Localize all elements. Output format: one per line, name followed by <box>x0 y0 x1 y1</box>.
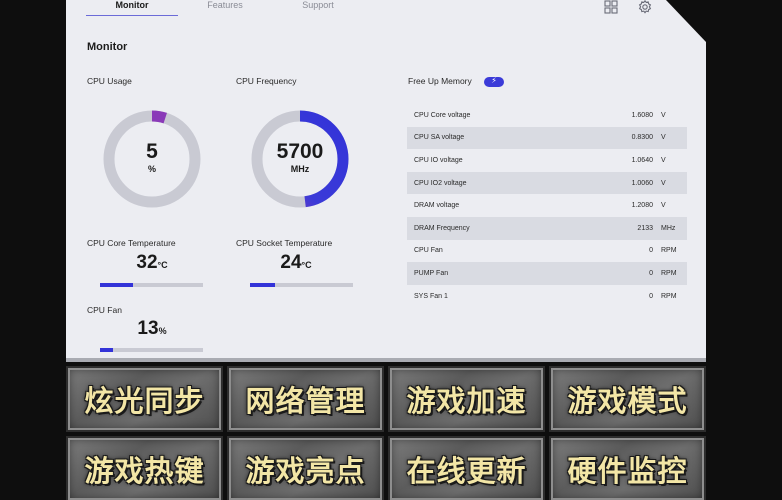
sensor-name: CPU SA voltage <box>414 134 465 142</box>
tab-bar: Monitor Features Support <box>86 0 364 18</box>
sensor-unit: V <box>661 202 666 210</box>
cpu-frequency-gauge: 5700 MHz <box>250 109 350 209</box>
sensor-value: 0.8300 <box>631 134 653 142</box>
sensor-unit: RPM <box>661 247 677 255</box>
grid-icon[interactable] <box>604 0 618 14</box>
feature-tile-label: 网络管理 <box>245 384 366 418</box>
sensor-unit: RPM <box>661 269 677 277</box>
feature-tile[interactable]: 网络管理 <box>227 366 384 432</box>
cpu-core-temp-value: 32 <box>136 252 158 273</box>
feature-tile-label: 游戏热键 <box>84 454 205 488</box>
cpu-fan-unit: % <box>158 326 167 336</box>
free-up-memory-label: Free Up Memory <box>408 76 472 86</box>
table-row: CPU SA voltage 0.8300 V <box>407 126 687 150</box>
feature-tile[interactable]: 游戏热键 <box>66 436 223 500</box>
panel-bottom-edge <box>66 358 706 362</box>
cpu-fan-bar <box>100 348 203 352</box>
sensor-value: 0 <box>649 292 653 300</box>
sensor-unit: V <box>661 179 666 187</box>
cpu-frequency-unit: MHz <box>290 164 310 174</box>
cpu-core-temp-label: CPU Core Temperature <box>87 238 176 248</box>
cpu-socket-temp-unit: °C <box>301 260 312 270</box>
sensor-name: DRAM Frequency <box>414 224 470 232</box>
feature-tile-label: 游戏模式 <box>567 384 688 418</box>
feature-tile[interactable]: 在线更新 <box>388 436 545 500</box>
cpu-socket-temp-readout: 24°C <box>246 252 346 274</box>
table-row: PUMP Fan 0 RPM <box>407 262 687 285</box>
page-title: Monitor <box>87 41 128 53</box>
table-row: CPU Fan 0 RPM <box>407 240 687 263</box>
feature-tile[interactable]: 游戏亮点 <box>227 436 384 500</box>
table-row: CPU IO2 voltage 1.0060 V <box>407 171 687 195</box>
cpu-usage-value: 5 <box>146 140 158 163</box>
sensor-name: DRAM voltage <box>414 202 460 210</box>
cpu-core-temp-bar-fill <box>100 283 133 287</box>
sensor-name: PUMP Fan <box>414 269 449 277</box>
sensor-unit: V <box>661 111 666 119</box>
sensor-unit: MHz <box>661 224 676 232</box>
feature-tile[interactable]: 炫光同步 <box>66 366 223 432</box>
cpu-fan-readout: 13% <box>102 318 202 340</box>
gear-icon[interactable] <box>638 0 652 14</box>
sensor-name: CPU IO2 voltage <box>414 179 467 187</box>
feature-tile-label: 游戏加速 <box>406 384 527 418</box>
sensor-value: 0 <box>649 269 653 277</box>
sensor-table: CPU Core voltage 1.6080 V CPU SA voltage… <box>407 104 687 307</box>
cpu-frequency-label: CPU Frequency <box>236 76 297 86</box>
sensor-unit: V <box>661 134 666 142</box>
tab-support[interactable]: Support <box>272 0 364 16</box>
lightning-icon: ⚡ <box>491 76 497 85</box>
tab-monitor[interactable]: Monitor <box>86 0 178 16</box>
table-row: SYS Fan 1 0 RPM <box>407 285 687 308</box>
feature-tile[interactable]: 游戏加速 <box>388 366 545 432</box>
sensor-value: 1.2080 <box>631 202 653 210</box>
table-row: DRAM voltage 1.2080 V <box>407 194 687 217</box>
cpu-core-temp-bar <box>100 283 203 287</box>
cpu-socket-temp-label: CPU Socket Temperature <box>236 238 333 248</box>
sensor-value: 1.0060 <box>631 179 653 187</box>
table-row: CPU IO voltage 1.0640 V <box>407 149 687 172</box>
sensor-name: SYS Fan 1 <box>414 292 448 300</box>
cpu-usage-label: CPU Usage <box>87 76 132 86</box>
feature-tile-label: 硬件监控 <box>567 454 688 488</box>
cpu-socket-temp-bar <box>250 283 353 287</box>
feature-tile[interactable]: 硬件监控 <box>549 436 706 500</box>
tab-features[interactable]: Features <box>178 0 272 16</box>
sensor-name: CPU IO voltage <box>414 156 463 164</box>
monitor-panel: Monitor Features Support Monitor CPU Usa… <box>66 0 706 362</box>
cpu-core-temp-readout: 32°C <box>102 252 202 274</box>
cpu-core-temp-unit: °C <box>157 260 168 270</box>
sensor-value: 1.6080 <box>631 111 653 119</box>
cpu-usage-gauge: 5 % <box>102 109 202 209</box>
table-row: DRAM Frequency 2133 MHz <box>407 216 687 240</box>
free-up-memory-button[interactable]: ⚡ <box>484 76 504 87</box>
table-row: CPU Core voltage 1.6080 V <box>407 104 687 127</box>
cpu-socket-temp-bar-fill <box>250 283 275 287</box>
feature-tile-label: 在线更新 <box>406 454 527 488</box>
sensor-value: 0 <box>649 247 653 255</box>
sensor-unit: RPM <box>661 292 677 300</box>
cpu-usage-unit: % <box>147 164 156 174</box>
cpu-fan-label: CPU Fan <box>87 305 122 315</box>
feature-tile[interactable]: 游戏模式 <box>549 366 706 432</box>
sensor-unit: V <box>661 156 666 164</box>
feature-tile-label: 游戏亮点 <box>245 454 366 488</box>
feature-tile-label: 炫光同步 <box>84 384 205 418</box>
sensor-value: 1.0640 <box>631 156 653 164</box>
sensor-name: CPU Core voltage <box>414 111 471 119</box>
cpu-frequency-value: 5700 <box>276 140 324 163</box>
cpu-socket-temp-value: 24 <box>280 252 302 273</box>
feature-tiles: 炫光同步 网络管理 游戏加速 游戏模式 游戏热键 游戏亮点 在线更新 硬件监控 <box>66 366 706 500</box>
cpu-fan-value: 13 <box>137 318 159 339</box>
sensor-name: CPU Fan <box>414 247 443 255</box>
cpu-fan-bar-fill <box>100 348 114 352</box>
sensor-value: 2133 <box>637 224 653 232</box>
